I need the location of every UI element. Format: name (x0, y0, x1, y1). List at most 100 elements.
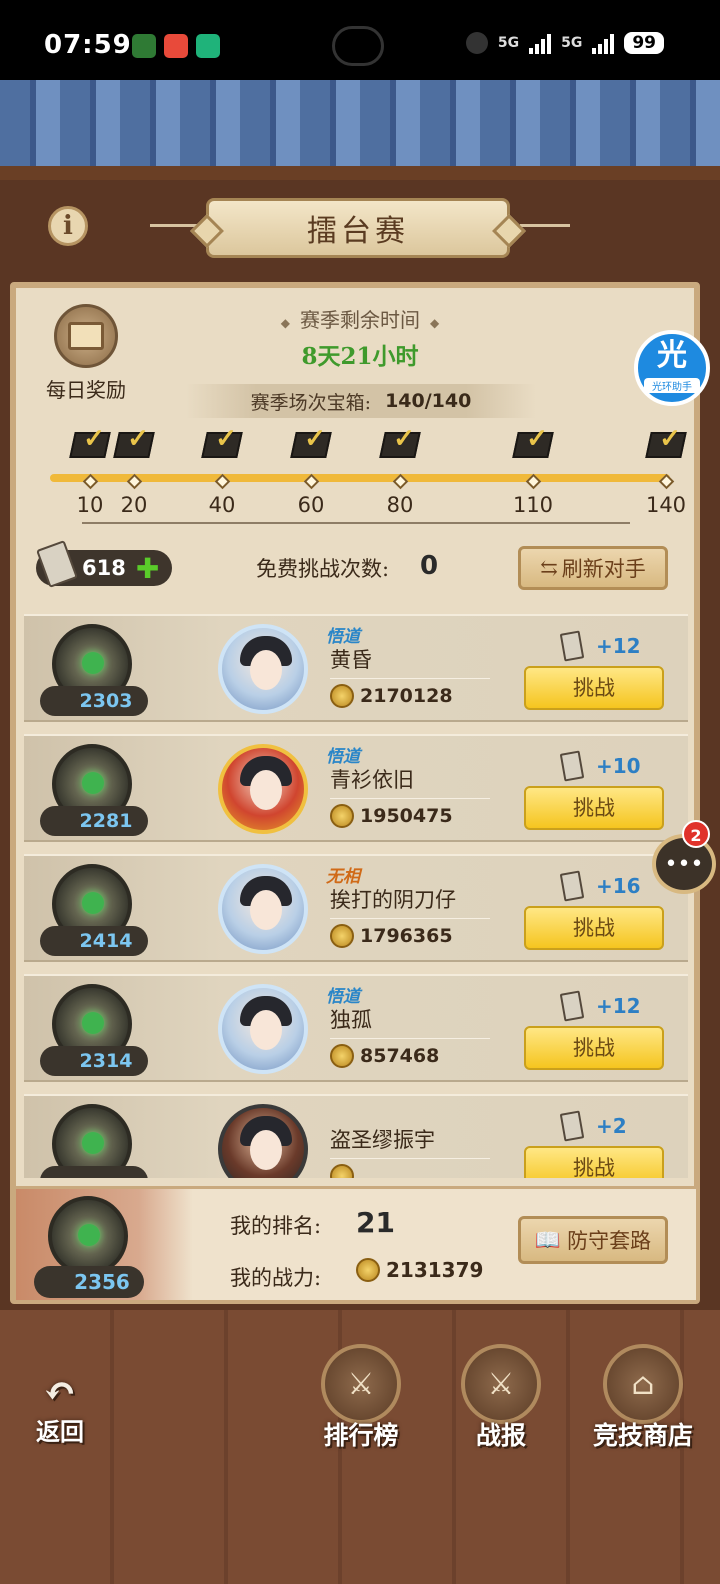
refresh-icon: ⇆ (540, 556, 558, 580)
milestone-60[interactable]: 60 (281, 432, 341, 517)
roof-decoration (0, 80, 720, 200)
daily-reward-button[interactable]: 每日奖励 (36, 304, 136, 403)
divider (330, 798, 490, 799)
claimed-chest-icon (512, 432, 554, 458)
free-challenge-label: 免费挑战次数: (256, 557, 390, 581)
opponent-avatar[interactable] (218, 984, 308, 1074)
network-type: 5G (497, 35, 520, 51)
helper-icon: 光 (657, 338, 687, 373)
helper-float-button[interactable]: 光 光环助手 (634, 330, 710, 406)
power-icon (330, 924, 354, 948)
opponent-avatar[interactable] (218, 744, 308, 834)
milestone-110[interactable]: 110 (503, 432, 563, 517)
battery-level: 99 (624, 32, 664, 54)
leaderboard-button[interactable]: ⚔ 排行榜 (296, 1344, 426, 1452)
season-chest-bar: 赛季场次宝箱: 140/140 (186, 384, 536, 418)
challenge-button[interactable]: 挑战 (524, 906, 664, 950)
opponent-name: 盗圣缪振宇 (330, 1128, 435, 1152)
my-power-label: 我的战力: (230, 1266, 322, 1290)
season-remaining-title: 赛季剩余时间 (180, 304, 540, 333)
milestone-marker (658, 473, 674, 490)
shop-label: 竞技商店 (592, 1421, 693, 1450)
claimed-chest-icon (113, 432, 155, 458)
ticket-gain: +2 (559, 1110, 627, 1142)
alarm-icon (465, 32, 488, 54)
challenge-button[interactable]: 挑战 (524, 666, 664, 710)
ticket-gain-value: +12 (596, 634, 641, 658)
clock: 07:59 (44, 30, 132, 60)
opponent-power-value: 1950475 (360, 805, 453, 827)
claimed-chest-icon (290, 432, 332, 458)
chat-badge: 2 (682, 820, 710, 848)
ticket-gain-value: +16 (596, 874, 641, 898)
refresh-opponents-button[interactable]: ⇆ 刷新对手 (518, 546, 668, 590)
challenge-button[interactable]: 挑战 (524, 1026, 664, 1070)
ticket-counter: 618 ✚ (36, 540, 172, 588)
ticket-icon (559, 630, 585, 662)
milestone-marker (126, 473, 142, 490)
power-icon (330, 804, 354, 828)
challenge-button[interactable]: 挑战 (524, 1146, 664, 1178)
claimed-chest-icon (379, 432, 421, 458)
battle-report-icon: ⚔ (461, 1344, 541, 1424)
back-label: 返回 (36, 1417, 84, 1446)
back-arrow-icon: ↶ (43, 1368, 77, 1415)
back-button[interactable]: ↶ 返回 (20, 1372, 100, 1447)
milestone-40[interactable]: 40 (192, 432, 252, 517)
app-notification-icon (196, 34, 220, 58)
my-rank-value: 21 (356, 1206, 395, 1239)
milestone-80[interactable]: 80 (370, 432, 430, 517)
opponent-avatar[interactable] (218, 624, 308, 714)
leaderboard-label: 排行榜 (323, 1421, 399, 1450)
opponent-rank-score: 2314 (40, 1046, 148, 1076)
opponent-rank-score (40, 1166, 148, 1178)
opponent-avatar[interactable] (218, 864, 308, 954)
add-ticket-icon[interactable]: ✚ (136, 552, 159, 585)
season-remaining-value: 8天21小时 (301, 343, 419, 370)
opponent-list[interactable]: 2303 悟道 黄昏 2170128 +12 挑战 2281 悟道 青衫依旧 1950475 +10… (24, 614, 688, 1178)
season-chest-count: 140/140 (385, 390, 472, 412)
power-icon (330, 684, 354, 708)
info-icon[interactable]: i (48, 206, 88, 246)
opponent-row: 2414 无相 挨打的阴刀仔 1796365 +16 挑战 (24, 854, 688, 962)
milestone-value: 140 (645, 493, 687, 517)
milestone-value: 110 (512, 493, 554, 517)
power-icon (330, 1164, 354, 1178)
ticket-gain: +12 (559, 990, 641, 1022)
challenge-button[interactable]: 挑战 (524, 786, 664, 830)
opponent-row: 2281 悟道 青衫依旧 1950475 +10 挑战 (24, 734, 688, 842)
divider (330, 678, 490, 679)
opponent-power: 2170128 (330, 684, 453, 708)
divider (520, 224, 570, 227)
power-icon (356, 1258, 380, 1282)
battle-report-button[interactable]: ⚔ 战报 (436, 1344, 566, 1452)
ticket-gain: +12 (559, 630, 641, 662)
notification-icons (132, 34, 220, 58)
my-rank-label: 我的排名: (230, 1214, 322, 1238)
defense-label: 防守套路 (567, 1229, 652, 1253)
opponent-rank-score: 2414 (40, 926, 148, 956)
opponent-name: 青衫依旧 (330, 768, 414, 792)
defense-setup-button[interactable]: 📖 防守套路 (518, 1216, 668, 1264)
opponent-power-value: 1796365 (360, 925, 453, 947)
milestone-20[interactable]: 20 (104, 432, 164, 517)
opponent-rank-score: 2281 (40, 806, 148, 836)
milestone-value: 80 (386, 493, 414, 517)
my-rank-emblem (48, 1196, 128, 1276)
milestone-value: 60 (297, 493, 325, 517)
claimed-chest-icon (645, 432, 687, 458)
milestone-140[interactable]: 140 (636, 432, 696, 517)
leaderboard-icon: ⚔ (321, 1344, 401, 1424)
opponent-avatar[interactable] (218, 1104, 308, 1178)
ticket-gain-value: +12 (596, 994, 641, 1018)
chat-icon: ••• (664, 851, 704, 877)
opponent-power-value: 2170128 (360, 685, 453, 707)
daily-reward-label: 每日奖励 (46, 378, 126, 402)
app-notification-icon (164, 34, 188, 58)
ticket-count: 618 (82, 556, 126, 580)
arena-shop-button[interactable]: ⌂ 竞技商店 (578, 1344, 708, 1452)
camera-cutout (332, 26, 384, 66)
claimed-chest-icon (201, 432, 243, 458)
refresh-label: 刷新对手 (561, 557, 646, 581)
milestone-marker (392, 473, 408, 490)
